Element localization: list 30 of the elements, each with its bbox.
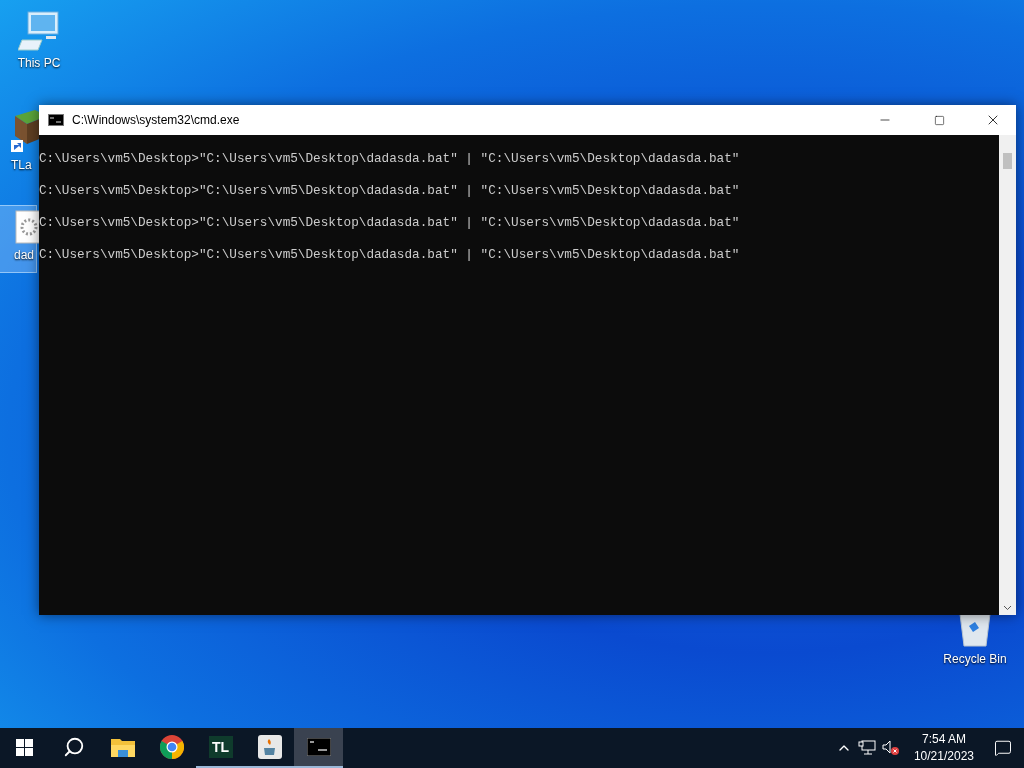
scrollbar-thumb[interactable] (1003, 153, 1012, 169)
windows-logo-icon (16, 738, 33, 756)
console-line: C:\Users\vm5\Desktop>"C:\Users\vm5\Desktop\dadasda.bat" | "C:\Users\vm5\Desktop\dadasda.bat" (39, 151, 741, 166)
taskbar-button[interactable]: TL (196, 728, 245, 768)
maximize-icon (933, 114, 945, 126)
console-line: C:\Users\vm5\Desktop>"C:\Users\vm5\Desktop\dadasda.bat" | "C:\Users\vm5\Desktop\dadasda.bat" (39, 215, 741, 230)
time-text: 7:54 AM (921, 731, 966, 748)
desktop-icon-label[interactable]: TLa (11, 158, 32, 172)
coffee-cup-icon (257, 735, 282, 759)
console-line: C:\Users\vm5\Desktop>"C:\Users\vm5\Desktop\dadasda.bat" | "C:\Users\vm5\Desktop\dadasda.bat" (39, 183, 741, 198)
notification-icon[interactable] (994, 739, 1012, 757)
app-logo: TL (208, 736, 233, 758)
window-title: C:\Windows\system32\cmd.exe (72, 113, 241, 127)
chevron-down-icon[interactable] (1003, 605, 1012, 611)
recycle-bin-icon (957, 612, 993, 648)
muted-speaker-icon[interactable] (881, 740, 900, 756)
search-icon (62, 736, 85, 758)
console-icon (48, 114, 64, 126)
desktop-icon-label[interactable]: Recycle Bin (943, 652, 1007, 666)
clock[interactable]: 7:54 AM 10/21/2023 (905, 731, 982, 765)
console-line: C:\Users\vm5\Desktop>"C:\Users\vm5\Desktop\dadasda.bat" | "C:\Users\vm5\Desktop\dadasda.bat" (39, 247, 741, 262)
chrome-icon (159, 735, 184, 759)
network-icon[interactable] (857, 740, 876, 756)
scrollbar[interactable] (999, 135, 1016, 615)
desktop-icon-label[interactable]: This PC (17, 56, 61, 70)
date-text: 10/21/2023 (913, 748, 974, 765)
taskbar-button[interactable] (294, 728, 343, 768)
folder-icon (110, 737, 135, 757)
computer-icon (18, 10, 60, 52)
console-icon (306, 738, 331, 756)
